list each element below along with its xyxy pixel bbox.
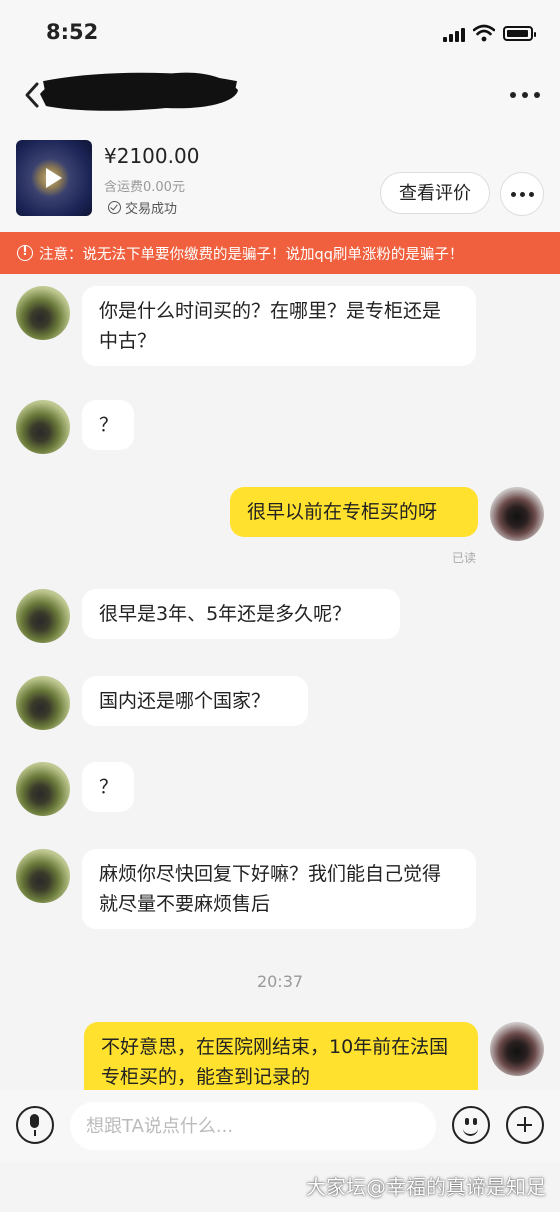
message-input[interactable] [70,1102,436,1150]
my-message-bubble: 不好意思，在医院刚结束，10年前在法国专柜买的，能查到记录的 [84,1022,478,1090]
message-bubble: ？ [82,400,134,450]
check-circle-icon [108,201,121,214]
message-bubble: 麻烦你尽快回复下好嘛？我们能自己觉得就尽量不要麻烦售后 [82,849,476,929]
seller-avatar[interactable] [16,676,70,730]
redacted-contact-name [40,72,238,111]
play-icon [46,168,62,188]
message-bubble: 很早是3年、5年还是多久呢？ [82,589,400,639]
seller-avatar[interactable] [16,762,70,816]
battery-icon [503,26,536,41]
seller-avatar[interactable] [16,400,70,454]
wifi-icon [473,24,495,42]
shipping-fee: 含运费0.00元 [104,180,185,195]
message-bubble: ？ [82,762,134,812]
status-bar: 8:52 [0,0,560,66]
warning-text: 注意：说无法下单要你缴费的是骗子！说加qq刷单涨粉的是骗子！ [39,246,464,263]
chat-header [0,66,560,126]
seller-avatar[interactable] [16,849,70,903]
message-bubble: 国内还是哪个国家？ [82,676,308,726]
watermark: 大家坛@幸福的真谛是知足 [306,1175,546,1199]
seller-avatar[interactable] [16,589,70,643]
product-price: ¥2100.00 [104,144,200,168]
read-receipt: 已读 [452,551,477,565]
seller-avatar[interactable] [16,286,70,340]
my-avatar[interactable] [490,1022,544,1076]
message-timestamp: 20:37 [256,972,304,991]
product-bar: ¥2100.00 含运费0.00元 交易成功 查看评价 [0,126,560,232]
product-thumbnail[interactable] [16,140,92,216]
trade-status: 交易成功 [108,198,177,217]
warning-banner: 注意：说无法下单要你缴费的是骗子！说加qq刷单涨粉的是骗子！ [0,232,560,274]
signal-icon [443,28,465,42]
message-bubble: 你是什么时间买的？在哪里？是专柜还是中古？ [82,286,476,366]
my-message-bubble: 很早以前在专柜买的呀 [230,487,478,537]
more-options-button[interactable] [500,172,544,216]
plus-icon[interactable] [506,1106,544,1144]
trade-status-label: 交易成功 [125,202,178,217]
mic-icon[interactable] [16,1106,54,1144]
my-avatar[interactable] [490,487,544,541]
warning-icon [17,244,33,261]
more-icon[interactable] [510,83,540,107]
status-time: 8:52 [46,20,99,44]
emoji-icon[interactable] [452,1106,490,1144]
view-review-button[interactable]: 查看评价 [380,172,490,214]
input-bar [0,1090,560,1162]
